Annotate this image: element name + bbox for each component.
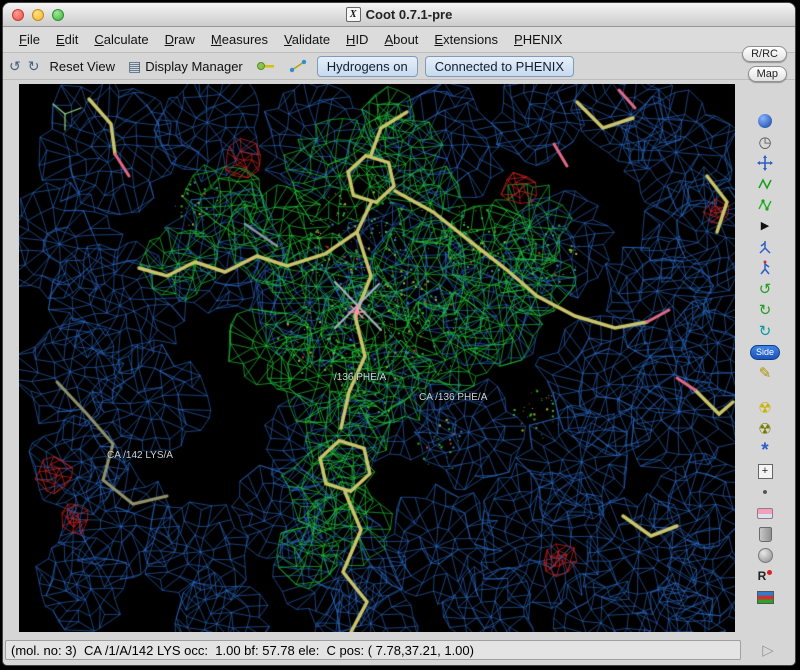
menu-hid[interactable]: HID: [338, 30, 376, 49]
window-controls: [3, 9, 64, 21]
main-area: /136 PHE/A CA /136 PHE/A CA /142 LYS/A ◷…: [3, 80, 795, 638]
status-row: (mol. no: 3) CA /1/A/142 LYS occ: 1.00 b…: [3, 638, 795, 662]
model-sphere-icon[interactable]: [753, 112, 777, 130]
play-icon[interactable]: ▶: [753, 217, 777, 235]
molecule-canvas[interactable]: [19, 84, 735, 632]
pencil-icon[interactable]: ✎: [753, 364, 777, 382]
plus-icon: +: [758, 464, 773, 479]
x11-icon: X: [346, 7, 361, 22]
reset-view-label: Reset View: [49, 59, 115, 74]
window-title-area: X Coot 0.7.1-pre: [3, 7, 795, 22]
menu-validate[interactable]: Validate: [276, 30, 338, 49]
rrc-button[interactable]: R/RC: [742, 46, 787, 62]
display-manager-label: Display Manager: [145, 59, 243, 74]
dot-icon[interactable]: •: [753, 483, 777, 501]
radiation-alt-icon[interactable]: ☢: [753, 420, 777, 438]
menu-phenix[interactable]: PHENIX: [506, 30, 570, 49]
phenix-connection-button[interactable]: Connected to PHENIX: [425, 56, 574, 77]
auto-fit-figure-icon[interactable]: [753, 259, 777, 277]
map-button[interactable]: Map: [748, 66, 787, 82]
delete-trash-icon[interactable]: [753, 525, 777, 543]
side-chain-button[interactable]: Side: [753, 343, 777, 361]
close-button[interactable]: [12, 9, 24, 21]
translate-cross-icon[interactable]: [753, 154, 777, 172]
menu-calculate[interactable]: Calculate: [86, 30, 156, 49]
menu-file[interactable]: File: [11, 30, 48, 49]
menu-measures[interactable]: Measures: [203, 30, 276, 49]
radiation-icon[interactable]: ☢: [753, 399, 777, 417]
side-toolbar: ◷ ▶ ↺ ↻ ↻ Side ✎ ☢ ☢ * +: [735, 80, 795, 638]
gray-sphere-icon[interactable]: [753, 546, 777, 564]
measure-distance-icon[interactable]: [286, 58, 310, 74]
rotate-ccw-icon[interactable]: ↺: [753, 280, 777, 298]
gl-viewport: /136 PHE/A CA /136 PHE/A CA /142 LYS/A: [19, 84, 735, 632]
undo-icon[interactable]: ↺: [9, 58, 21, 75]
key-icon[interactable]: [253, 59, 279, 73]
r-label: R: [758, 570, 767, 582]
zoom-button[interactable]: [52, 9, 64, 21]
rot-trans-figure-icon[interactable]: [753, 238, 777, 256]
clock-icon[interactable]: ◷: [753, 133, 777, 151]
window-title: Coot 0.7.1-pre: [366, 7, 453, 22]
titlebar[interactable]: X Coot 0.7.1-pre: [3, 3, 795, 27]
side-chain-label: Side: [750, 345, 780, 360]
refmac-icon[interactable]: R: [753, 567, 777, 585]
add-atom-icon[interactable]: +: [753, 462, 777, 480]
minimize-button[interactable]: [32, 9, 44, 21]
menu-draw[interactable]: Draw: [157, 30, 203, 49]
regularize-icon[interactable]: [753, 196, 777, 214]
display-manager-icon: ▤: [128, 58, 141, 75]
red-dot-icon: [767, 570, 772, 575]
redo-icon[interactable]: ↻: [28, 58, 40, 75]
menu-edit[interactable]: Edit: [48, 30, 86, 49]
reset-view-button[interactable]: Reset View: [46, 58, 118, 75]
flag-icon[interactable]: [753, 588, 777, 606]
rotamer-icon[interactable]: ↻: [753, 322, 777, 340]
status-bar: (mol. no: 3) CA /1/A/142 LYS occ: 1.00 b…: [5, 640, 741, 660]
display-manager-button[interactable]: ▤ Display Manager: [125, 57, 246, 76]
coot-window: X Coot 0.7.1-pre File Edit Calculate Dra…: [2, 2, 796, 666]
eraser-icon[interactable]: [753, 504, 777, 522]
menubar: File Edit Calculate Draw Measures Valida…: [3, 27, 795, 53]
spark-icon[interactable]: *: [753, 441, 777, 459]
toolbar: ↺ ↻ Reset View ▤ Display Manager Hydroge…: [3, 53, 795, 80]
menu-about[interactable]: About: [376, 30, 426, 49]
hydrogens-toggle-button[interactable]: Hydrogens on: [317, 56, 418, 77]
menu-extensions[interactable]: Extensions: [426, 30, 506, 49]
real-space-refine-icon[interactable]: [753, 175, 777, 193]
ghost-play-icon[interactable]: ▷: [762, 641, 774, 659]
status-right-area: ▷: [741, 638, 795, 662]
rotate-cw-icon[interactable]: ↻: [753, 301, 777, 319]
